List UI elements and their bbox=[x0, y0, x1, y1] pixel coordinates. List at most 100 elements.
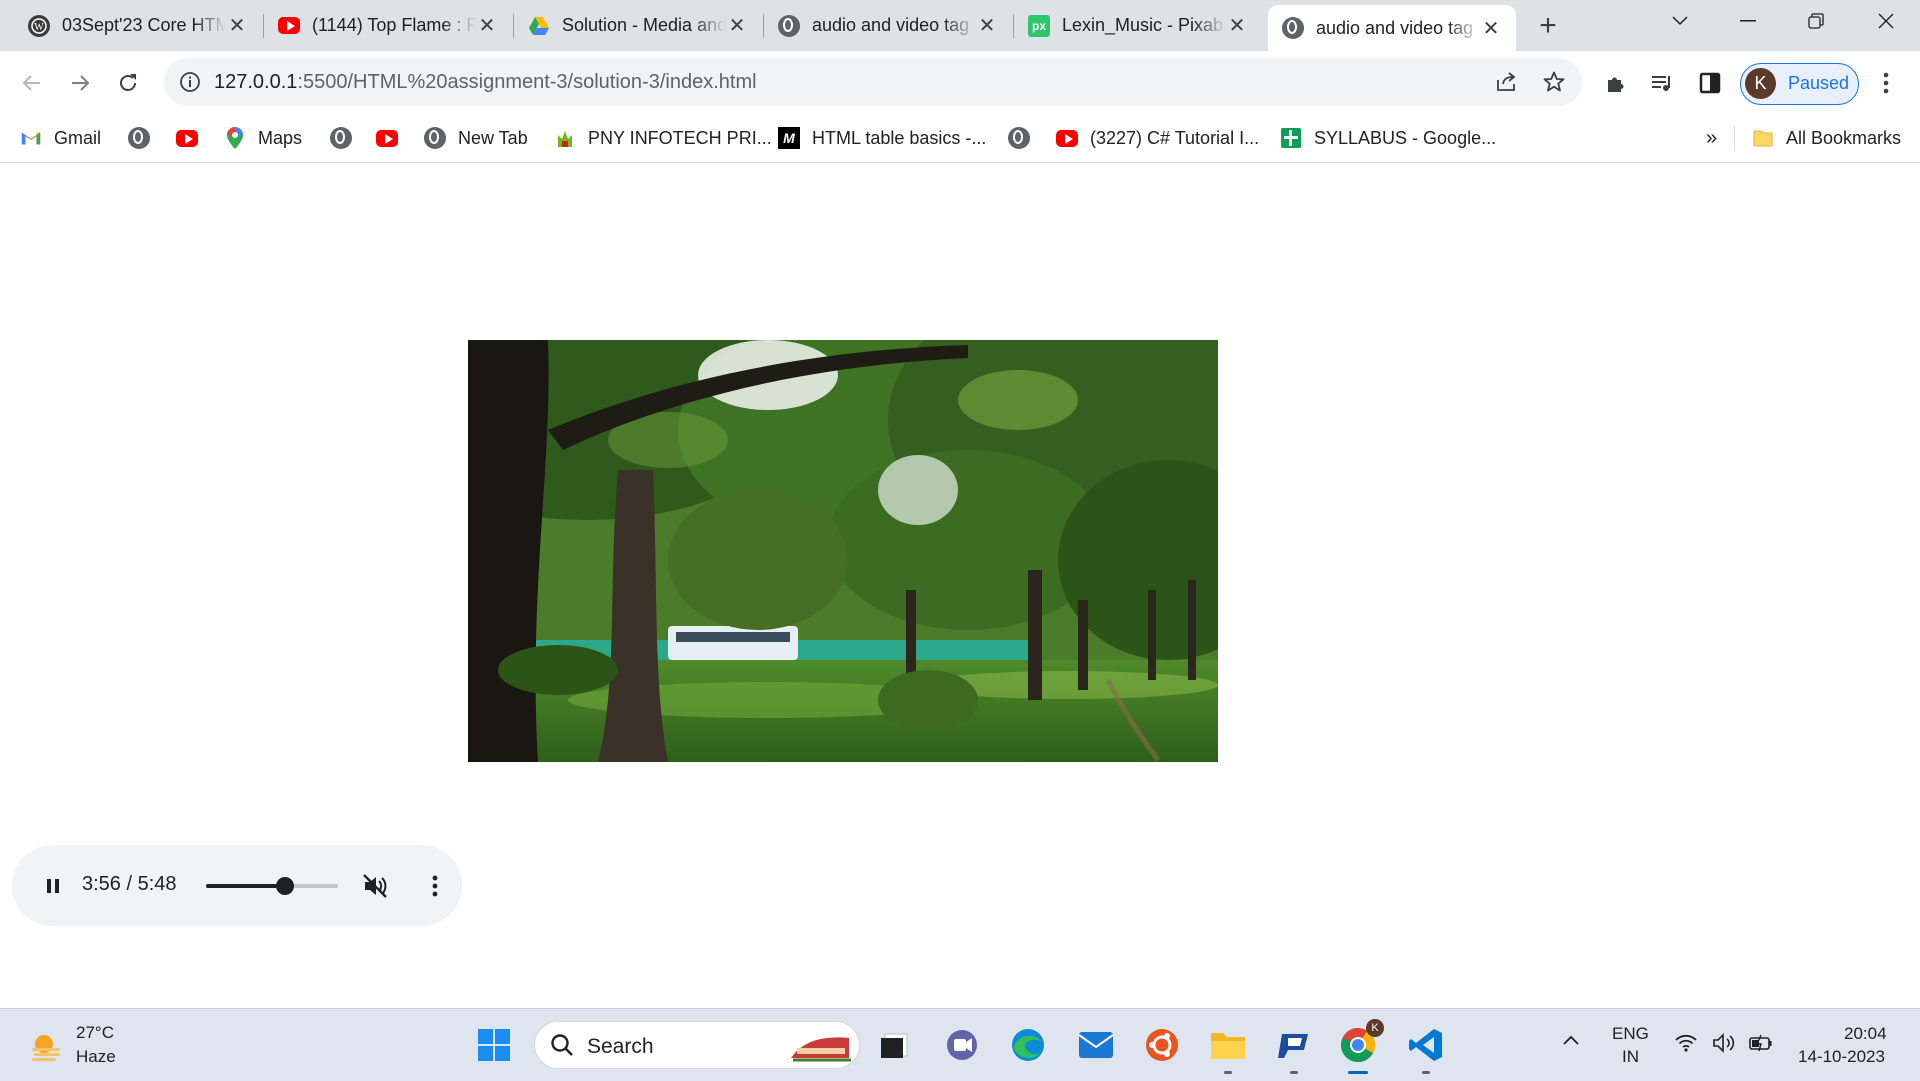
avatar: K bbox=[1745, 68, 1776, 99]
more-options-icon[interactable] bbox=[420, 871, 450, 901]
bookmark-csharp-tutorial[interactable]: (3227) C# Tutorial I... bbox=[1056, 123, 1259, 153]
bookmark-label: Gmail bbox=[54, 127, 102, 148]
forward-button[interactable] bbox=[62, 65, 98, 101]
pause-button[interactable] bbox=[40, 873, 66, 899]
close-icon[interactable]: ✕ bbox=[226, 15, 248, 37]
bookmark-label: Maps bbox=[258, 127, 303, 148]
bookmark-globe[interactable] bbox=[1008, 123, 1042, 153]
bookmark-star-icon[interactable] bbox=[1540, 68, 1568, 96]
bookmark-pny[interactable]: PNY INFOTECH PRI... bbox=[554, 123, 772, 153]
tab-top-flame[interactable]: (1144) Top Flame : Ray ✕ bbox=[264, 5, 512, 46]
new-tab-button[interactable]: + bbox=[1530, 8, 1566, 44]
volume-slider-handle[interactable] bbox=[276, 877, 295, 895]
volume-slider-fill bbox=[206, 884, 286, 888]
bookmark-globe[interactable] bbox=[128, 123, 162, 153]
bookmark-html-table[interactable]: M HTML table basics -... bbox=[778, 123, 986, 153]
minimize-button[interactable] bbox=[1720, 0, 1776, 42]
file-explorer-icon[interactable] bbox=[1206, 1023, 1250, 1074]
extensions-icon[interactable] bbox=[1598, 65, 1634, 101]
speaker-icon[interactable] bbox=[1712, 1033, 1738, 1058]
profile-button[interactable]: K Paused bbox=[1740, 63, 1859, 105]
tab-solution-media[interactable]: Solution - Media and ✕ bbox=[514, 5, 762, 46]
chrome-icon[interactable]: K bbox=[1336, 1019, 1384, 1074]
bookmarks-overflow-button[interactable]: » bbox=[1706, 123, 1717, 153]
reload-button[interactable] bbox=[110, 65, 146, 101]
search-icon bbox=[549, 1032, 575, 1063]
battery-charging-icon[interactable] bbox=[1748, 1033, 1774, 1058]
bookmark-youtube[interactable] bbox=[176, 123, 210, 153]
url-text[interactable]: 127.0.0.1:5500/HTML%20assignment-3/solut… bbox=[214, 71, 757, 94]
google-drive-icon bbox=[528, 15, 550, 37]
globe-icon bbox=[1282, 17, 1304, 39]
time-separator: / bbox=[120, 873, 138, 895]
bookmark-globe[interactable] bbox=[330, 123, 364, 153]
volume-slider[interactable] bbox=[206, 877, 338, 895]
bookmarks-bar: Gmail Maps New Tab PNY INFOTECH PRI... M… bbox=[0, 115, 1920, 163]
restore-button[interactable] bbox=[1788, 0, 1844, 42]
bookmark-label: (3227) C# Tutorial I... bbox=[1090, 127, 1260, 148]
vscode-icon[interactable] bbox=[1404, 1023, 1448, 1074]
menu-kebab-icon[interactable] bbox=[1868, 65, 1904, 101]
app-icon[interactable] bbox=[1272, 1023, 1316, 1074]
taskbar-search[interactable]: Search bbox=[534, 1021, 860, 1069]
url-path: :5500/HTML%20assignment-3/solution-3/ind… bbox=[297, 71, 757, 93]
tab-search-icon[interactable] bbox=[1652, 0, 1708, 42]
browser-toolbar: 127.0.0.1:5500/HTML%20assignment-3/solut… bbox=[0, 51, 1920, 115]
svg-text:W: W bbox=[34, 22, 44, 33]
bookmark-gmail[interactable]: Gmail bbox=[20, 123, 101, 153]
clock-time[interactable]: 20:04 bbox=[1844, 1024, 1887, 1044]
close-window-button[interactable] bbox=[1858, 0, 1914, 42]
bookmark-label: All Bookmarks bbox=[1786, 127, 1902, 148]
bookmark-youtube[interactable] bbox=[376, 123, 410, 153]
weather-condition[interactable]: Haze bbox=[76, 1047, 116, 1067]
close-icon[interactable]: ✕ bbox=[976, 15, 998, 37]
tab-strip: W 03Sept'23 Core HTML ✕ (1144) Top Flame… bbox=[0, 0, 1920, 51]
weather-haze-icon[interactable] bbox=[28, 1030, 64, 1066]
all-bookmarks-folder[interactable]: All Bookmarks bbox=[1752, 123, 1901, 153]
windows-start-icon[interactable] bbox=[472, 1023, 516, 1067]
search-placeholder: Search bbox=[587, 1035, 654, 1058]
weather-temperature[interactable]: 27°C bbox=[76, 1023, 114, 1043]
wifi-icon[interactable] bbox=[1674, 1033, 1698, 1058]
bookmark-syllabus[interactable]: SYLLABUS - Google... bbox=[1280, 123, 1496, 153]
audio-time: 3:56 / 5:48 bbox=[82, 873, 177, 896]
edge-icon[interactable] bbox=[1006, 1023, 1050, 1067]
language-indicator[interactable]: ENG bbox=[1612, 1024, 1649, 1044]
share-icon[interactable] bbox=[1492, 68, 1520, 96]
mdn-icon: M bbox=[778, 127, 800, 149]
current-time: 3:56 bbox=[82, 873, 121, 895]
mail-icon[interactable] bbox=[1074, 1023, 1118, 1067]
windows-taskbar: 27°C Haze Search K ENG IN 20:04 14-10-20… bbox=[0, 1008, 1920, 1081]
tab-pixabay[interactable]: px Lexin_Music - Pixabay ✕ bbox=[1014, 5, 1262, 46]
bookmark-maps[interactable]: Maps bbox=[224, 123, 302, 153]
tab-audio-video-active[interactable]: audio and video tag ✕ bbox=[1268, 5, 1516, 51]
region-indicator[interactable]: IN bbox=[1622, 1047, 1639, 1067]
tab-audio-video-1[interactable]: audio and video tag ✕ bbox=[764, 5, 1012, 46]
media-queue-icon[interactable] bbox=[1644, 65, 1680, 101]
close-icon[interactable]: ✕ bbox=[1226, 15, 1248, 37]
running-indicator bbox=[1422, 1071, 1430, 1074]
back-button[interactable] bbox=[14, 65, 50, 101]
maps-icon bbox=[224, 127, 246, 149]
muted-speaker-icon[interactable] bbox=[360, 871, 390, 901]
tab-title: audio and video tag bbox=[812, 15, 970, 35]
tab-core-html[interactable]: W 03Sept'23 Core HTML ✕ bbox=[14, 5, 262, 46]
teams-icon[interactable] bbox=[940, 1023, 984, 1067]
close-icon[interactable]: ✕ bbox=[476, 15, 498, 37]
chevron-up-icon[interactable] bbox=[1562, 1033, 1580, 1051]
clock-date[interactable]: 14-10-2023 bbox=[1798, 1047, 1885, 1067]
park-video-frame bbox=[468, 340, 1218, 762]
close-icon[interactable]: ✕ bbox=[1480, 17, 1502, 40]
youtube-icon bbox=[1056, 127, 1078, 149]
ubuntu-icon[interactable] bbox=[1140, 1023, 1184, 1067]
bookmark-label: New Tab bbox=[458, 127, 528, 148]
tab-title: Lexin_Music - Pixabay bbox=[1062, 15, 1226, 35]
video-player[interactable] bbox=[468, 340, 1218, 762]
terminal-icon[interactable] bbox=[872, 1023, 916, 1067]
site-info-icon[interactable] bbox=[178, 70, 202, 94]
youtube-icon bbox=[176, 127, 198, 149]
side-panel-icon[interactable] bbox=[1692, 65, 1728, 101]
bookmark-new-tab[interactable]: New Tab bbox=[424, 123, 528, 153]
address-bar[interactable]: 127.0.0.1:5500/HTML%20assignment-3/solut… bbox=[164, 58, 1582, 106]
close-icon[interactable]: ✕ bbox=[726, 15, 748, 37]
